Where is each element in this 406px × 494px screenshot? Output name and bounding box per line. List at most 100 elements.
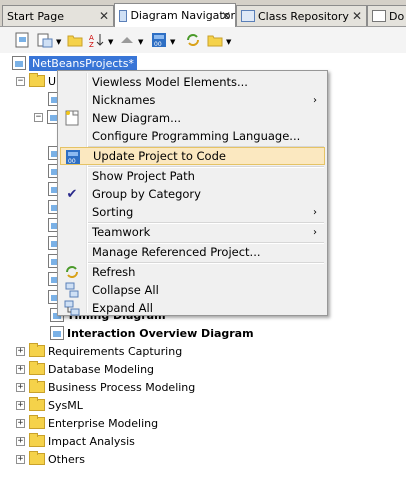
folder-icon (29, 397, 45, 411)
navigator-toolbar: ▼ AZ ▼ ▼ 00 ▼ ▼ (0, 27, 406, 53)
close-icon[interactable]: ✕ (221, 9, 231, 23)
folder-icon (29, 343, 45, 357)
project-label: NetBeansProjects* (29, 55, 137, 71)
navigate-up-button[interactable] (118, 31, 136, 49)
menu-item-label: Configure Programming Language... (92, 129, 301, 143)
folder-icon (29, 379, 45, 393)
expand-icon[interactable]: + (16, 418, 25, 428)
sort-az-icon: AZ (89, 34, 104, 48)
menu-item-collapse-all[interactable]: Collapse All (60, 281, 325, 299)
expand-icon[interactable]: + (16, 400, 25, 410)
menu-item-label: Nicknames (92, 93, 156, 107)
menu-item-refresh[interactable]: Refresh (60, 263, 325, 281)
chevron-down-icon[interactable]: ▼ (108, 38, 113, 46)
menu-item-manage-referenced-project[interactable]: Manage Referenced Project... (60, 243, 325, 261)
update-code-button[interactable]: 00 (150, 31, 168, 49)
menu-item-label: Sorting (92, 205, 134, 219)
tree-node-category[interactable]: + Business Process Modeling (16, 378, 195, 396)
tab-start-page[interactable]: Start Page ✕ (2, 5, 114, 26)
tree-label: Requirements Capturing (48, 344, 183, 358)
menu-item-sorting[interactable]: Sorting › (60, 203, 325, 221)
collapse-icon[interactable]: − (34, 112, 43, 122)
chevron-down-icon[interactable]: ▼ (138, 38, 143, 46)
menu-item-teamwork[interactable]: Teamwork › (60, 223, 325, 241)
new-diagram-button[interactable] (14, 31, 32, 49)
folder-icon (67, 35, 83, 47)
new-element-icon (37, 33, 53, 48)
svg-text:00: 00 (68, 158, 76, 165)
menu-item-show-project-path[interactable]: Show Project Path (60, 167, 325, 185)
chevron-down-icon[interactable]: ▼ (170, 38, 175, 46)
menu-item-configure-programming-language[interactable]: Configure Programming Language... (60, 127, 325, 145)
tree-node-category[interactable]: + Database Modeling (16, 360, 154, 378)
menu-item-viewless-model-elements[interactable]: Viewless Model Elements... (60, 73, 325, 91)
refresh-icon (187, 34, 199, 46)
tree-node-ui[interactable]: − UI (16, 72, 59, 90)
expand-icon[interactable]: + (16, 436, 25, 446)
editor-tab-strip: Start Page ✕ Diagram Navigator ✕ Class R… (0, 0, 406, 27)
diagram-navigator-icon (119, 9, 128, 22)
tree-node-category[interactable]: + Impact Analysis (16, 432, 135, 450)
expand-icon[interactable]: + (16, 364, 25, 374)
update-code-icon: 00 (65, 149, 81, 165)
folder-options-button[interactable] (206, 31, 224, 49)
menu-item-label: Update Project to Code (93, 149, 226, 163)
tab-diagram-navigator[interactable]: Diagram Navigator ✕ (114, 3, 236, 27)
tree-node-interaction-overview[interactable]: Interaction Overview Diagram (50, 324, 254, 342)
folder-icon (29, 433, 45, 447)
menu-item-label: Refresh (92, 265, 136, 279)
submenu-arrow-icon: › (313, 94, 317, 106)
context-menu: Viewless Model Elements... Nicknames › N… (57, 70, 328, 316)
refresh-button[interactable] (184, 31, 202, 49)
folder-icon (29, 73, 45, 87)
menu-item-label: Expand All (92, 301, 153, 315)
project-icon (12, 56, 26, 70)
tab-label: Do (389, 9, 405, 23)
close-icon[interactable]: ✕ (352, 9, 362, 23)
tree-label: SysML (48, 398, 83, 412)
menu-item-label: Teamwork (92, 225, 151, 239)
tree-label: Impact Analysis (48, 434, 135, 448)
close-icon[interactable]: ✕ (99, 9, 109, 23)
menu-item-group-by-category[interactable]: ✔ Group by Category (60, 185, 325, 203)
folder-icon (207, 35, 223, 47)
menu-item-label: Show Project Path (92, 169, 195, 183)
sort-button[interactable]: AZ (88, 31, 106, 49)
tab-label: Diagram Navigator (130, 9, 235, 22)
interaction-overview-icon (50, 326, 64, 340)
svg-text:00: 00 (154, 41, 162, 48)
up-arrow-icon (121, 37, 133, 43)
menu-item-nicknames[interactable]: Nicknames › (60, 91, 325, 109)
tree-node-category[interactable]: + Requirements Capturing (16, 342, 182, 360)
chevron-down-icon[interactable]: ▼ (226, 38, 231, 46)
menu-item-label: Viewless Model Elements... (92, 75, 248, 89)
tree-node-category[interactable]: + Enterprise Modeling (16, 414, 158, 432)
expand-icon[interactable]: + (16, 382, 25, 392)
collapse-icon[interactable]: − (16, 76, 25, 86)
tab-class-repository[interactable]: Class Repository ✕ (236, 5, 367, 26)
folder-icon (29, 451, 45, 465)
menu-item-expand-all[interactable]: Expand All (60, 299, 325, 317)
new-element-button[interactable] (36, 31, 54, 49)
menu-item-label: Collapse All (92, 283, 159, 297)
expand-all-icon (64, 300, 80, 316)
tree-label: Others (48, 452, 85, 466)
submenu-arrow-icon: › (313, 206, 317, 218)
menu-item-new-diagram[interactable]: New Diagram... (60, 109, 325, 127)
tab-do[interactable]: Do (367, 5, 406, 26)
svg-text:Z: Z (89, 41, 94, 48)
tree-node-category[interactable]: + SysML (16, 396, 83, 414)
document-icon (372, 10, 386, 22)
tree-node-category[interactable]: + Others (16, 450, 85, 468)
folder-icon (29, 361, 45, 375)
tree-label: Business Process Modeling (48, 380, 196, 394)
expand-icon[interactable]: + (16, 454, 25, 464)
open-folder-button[interactable] (66, 31, 84, 49)
collapse-all-icon (64, 282, 80, 298)
expand-icon[interactable]: + (16, 346, 25, 356)
folder-icon (29, 415, 45, 429)
chevron-down-icon[interactable]: ▼ (56, 38, 61, 46)
menu-item-update-project-to-code[interactable]: 00 Update Project to Code (60, 147, 325, 165)
new-diagram-icon (64, 110, 80, 126)
class-repository-icon (241, 10, 255, 22)
